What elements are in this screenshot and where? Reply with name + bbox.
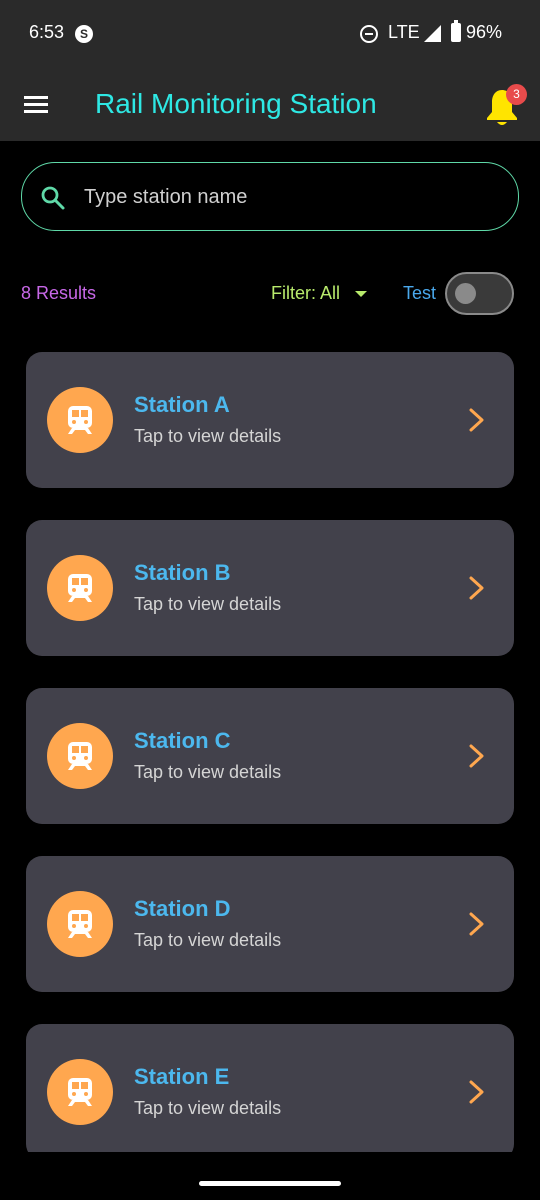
notification-badge: 3 [506, 84, 527, 105]
search-icon [41, 186, 65, 210]
station-subtitle: Tap to view details [134, 594, 282, 614]
page-title: Rail Monitoring Station [95, 88, 377, 119]
chevron-right-icon [469, 912, 484, 936]
test-label: Test [403, 283, 437, 303]
station-name: Station A [134, 392, 230, 417]
notifications-button[interactable]: 3 [484, 84, 527, 130]
station-card[interactable]: Station D Tap to view details [26, 856, 514, 992]
train-icon [68, 742, 92, 770]
status-bar: 6:53 S LTE 96% [0, 0, 540, 66]
status-time: 6:53 [29, 22, 65, 42]
station-name: Station D [134, 896, 231, 921]
station-subtitle: Tap to view details [134, 1098, 282, 1118]
network-type: LTE [388, 22, 420, 42]
signal-icon [424, 25, 441, 42]
results-count: 8 Results [21, 283, 97, 303]
station-card[interactable]: Station E Tap to view details [26, 1024, 514, 1152]
station-avatar [47, 555, 113, 621]
station-name: Station E [134, 1064, 230, 1089]
station-subtitle: Tap to view details [134, 426, 282, 446]
station-subtitle: Tap to view details [134, 930, 282, 950]
chevron-right-icon [469, 1080, 484, 1104]
station-card[interactable]: Station C Tap to view details [26, 688, 514, 824]
station-avatar [47, 387, 113, 453]
station-avatar [47, 723, 113, 789]
filter-dropdown[interactable]: Filter: All [271, 283, 340, 304]
toggle-knob [455, 283, 476, 304]
battery-icon [451, 20, 461, 42]
station-card[interactable]: Station A Tap to view details [26, 352, 514, 488]
train-icon [68, 406, 92, 434]
station-name: Station B [134, 560, 231, 585]
do-not-disturb-icon [360, 25, 378, 43]
test-toggle[interactable] [445, 272, 514, 315]
search-box[interactable] [21, 162, 519, 231]
station-card[interactable]: Station B Tap to view details [26, 520, 514, 656]
station-avatar [47, 891, 113, 957]
app-notification-icon: S [75, 25, 93, 43]
station-name: Station C [134, 728, 231, 753]
train-icon [68, 574, 92, 602]
station-subtitle: Tap to view details [134, 762, 282, 782]
battery-percent: 96% [466, 22, 503, 42]
station-list: Station A Tap to view details Station B … [26, 352, 514, 1152]
chevron-right-icon [469, 744, 484, 768]
train-icon [68, 1078, 92, 1106]
search-input[interactable] [84, 177, 504, 217]
station-avatar [47, 1059, 113, 1125]
caret-down-icon [355, 291, 367, 297]
train-icon [68, 910, 92, 938]
chevron-right-icon [469, 576, 484, 600]
menu-icon[interactable] [24, 96, 48, 114]
home-indicator[interactable] [199, 1181, 341, 1186]
chevron-right-icon [469, 408, 484, 432]
